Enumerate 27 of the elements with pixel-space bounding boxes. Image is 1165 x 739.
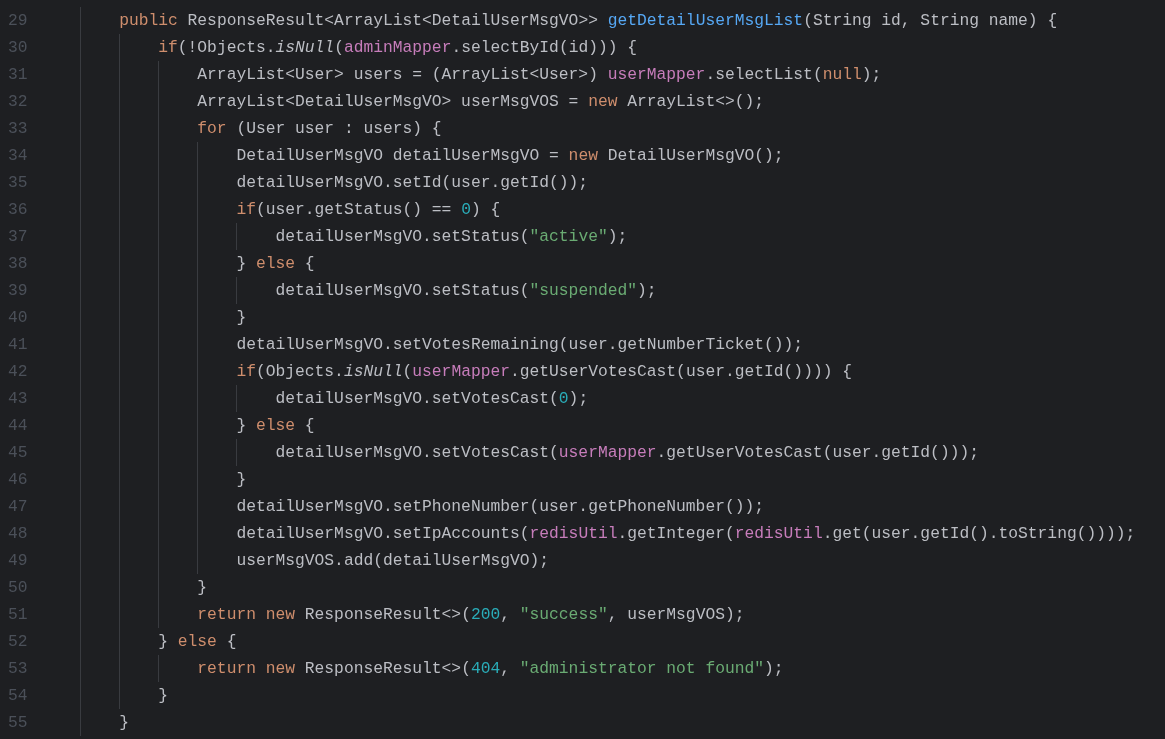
code-line: } xyxy=(41,574,208,601)
code-line: ArrayList<DetailUserMsgVO> userMsgVOS = new ArrayList<>(); xyxy=(41,88,764,115)
code-line: detailUserMsgVO.setId(user.getId()); xyxy=(41,169,589,196)
code-line: userMsgVOS.add(detailUserMsgVO); xyxy=(41,547,550,574)
code-line: if(user.getStatus() == 0) { xyxy=(41,196,501,223)
code-line: } else { xyxy=(41,250,315,277)
code-line: DetailUserMsgVO detailUserMsgVO = new DetailUserMsgVO(); xyxy=(41,142,784,169)
code-line: if(Objects.isNull(userMapper.getUserVotesCast(user.getId()))) { xyxy=(41,358,852,385)
code-line: for (User user : users) { xyxy=(41,115,442,142)
code-line: detailUserMsgVO.setVotesCast(userMapper.getUserVotesCast(user.getId())); xyxy=(41,439,979,466)
code-line: detailUserMsgVO.setStatus("suspended"); xyxy=(41,277,657,304)
code-line: } xyxy=(41,709,129,736)
code-line: } xyxy=(41,304,247,331)
code-line: return new ResponseResult<>(200, "success", userMsgVOS); xyxy=(41,601,745,628)
code-line: detailUserMsgVO.setIpAccounts(redisUtil.getInteger(redisUtil.get(user.getId().toString()))); xyxy=(41,520,1136,547)
code-line: detailUserMsgVO.setVotesCast(0); xyxy=(41,385,589,412)
code-line: ArrayList<User> users = (ArrayList<User>) userMapper.selectList(null); xyxy=(41,61,882,88)
code-line: } xyxy=(41,682,168,709)
code-line: public ResponseResult<ArrayList<DetailUserMsgVO>> getDetailUserMsgList(String id, String name) { xyxy=(41,7,1058,34)
code-line: detailUserMsgVO.setVotesRemaining(user.getNumberTicket()); xyxy=(41,331,804,358)
code-line: if(!Objects.isNull(adminMapper.selectById(id))) { xyxy=(41,34,638,61)
code-line: detailUserMsgVO.setStatus("active"); xyxy=(41,223,628,250)
code-line: } xyxy=(41,466,247,493)
code-line: } else { xyxy=(41,628,237,655)
code-line: } else { xyxy=(41,412,315,439)
code-line: detailUserMsgVO.setPhoneNumber(user.getPhoneNumber()); xyxy=(41,493,764,520)
code-line: return new ResponseResult<>(404, "administrator not found"); xyxy=(41,655,784,682)
